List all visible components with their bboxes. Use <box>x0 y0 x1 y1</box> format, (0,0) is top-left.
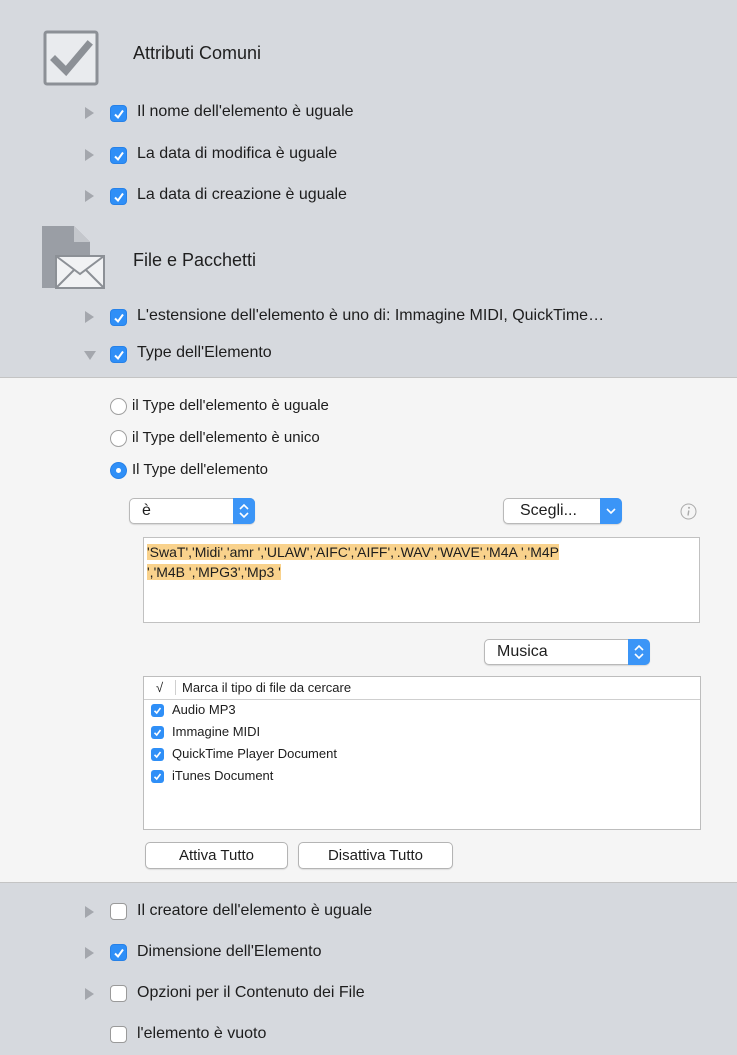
checkbox-type[interactable] <box>110 346 127 363</box>
list-item[interactable]: Immagine MIDI <box>144 722 700 742</box>
rule-label-modified-equal: La data di modifica è uguale <box>137 145 338 162</box>
disclosure-triangle[interactable] <box>85 988 94 1000</box>
document-envelope-icon <box>40 224 106 290</box>
checkbox-empty[interactable] <box>110 1026 127 1043</box>
list-item-checkbox[interactable] <box>151 704 164 717</box>
rule-label-creator-equal: Il creatore dell'elemento è uguale <box>137 902 373 919</box>
radio-label-type-unique: il Type dell'elemento è unico <box>132 429 320 446</box>
choose-button-label: Scegli... <box>520 502 577 519</box>
rule-label-created-equal: La data di creazione è uguale <box>137 186 347 203</box>
list-header-title[interactable]: Marca il tipo di file da cercare <box>182 680 351 695</box>
list-item-label: QuickTime Player Document <box>172 746 337 761</box>
list-item-label: Audio MP3 <box>172 702 236 717</box>
type-codes-line-1: 'SwaT','Midi','amr ','ULAW','AIFC','AIFF… <box>147 544 559 560</box>
section-title-files: File e Pacchetti <box>133 250 257 270</box>
rule-label-extension: L'estensione dell'elemento è uno di: Imm… <box>137 307 605 324</box>
list-item-checkbox[interactable] <box>151 726 164 739</box>
radio-type-is[interactable] <box>110 462 127 479</box>
list-header-check-column[interactable]: √ <box>156 680 163 695</box>
list-item-checkbox[interactable] <box>151 748 164 761</box>
checkbox-size[interactable] <box>110 944 127 961</box>
info-icon[interactable] <box>680 503 697 520</box>
checkbox-created-equal[interactable] <box>110 188 127 205</box>
list-item[interactable]: Audio MP3 <box>144 700 700 720</box>
choose-button[interactable]: Scegli... <box>503 498 622 524</box>
operator-select[interactable]: è <box>129 498 255 524</box>
disclosure-triangle[interactable] <box>85 311 94 323</box>
operator-select-value: è <box>142 502 151 519</box>
chevron-down-icon <box>600 498 622 524</box>
disclosure-triangle-open[interactable] <box>84 351 96 360</box>
section-title-common: Attributi Comuni <box>133 43 262 63</box>
list-item[interactable]: QuickTime Player Document <box>144 744 700 764</box>
enable-all-button[interactable]: Attiva Tutto <box>145 842 288 869</box>
large-checkbox-icon <box>43 30 99 86</box>
list-item-label: Immagine MIDI <box>172 724 261 739</box>
checkbox-name-equal[interactable] <box>110 105 127 122</box>
updown-chevron-icon <box>628 639 650 665</box>
disclosure-triangle[interactable] <box>85 107 94 119</box>
radio-label-type-equal: il Type dell'elemento è uguale <box>132 397 329 414</box>
rule-label-type: Type dell'Elemento <box>137 344 272 361</box>
rule-label-name-equal: Il nome dell'elemento è uguale <box>137 103 354 120</box>
column-divider <box>175 680 176 695</box>
type-codes-line-2: ','M4B ','MPG3','Mp3 ' <box>147 564 281 580</box>
checkbox-content-options[interactable] <box>110 985 127 1002</box>
rule-label-empty: l'elemento è vuoto <box>137 1025 267 1042</box>
disclosure-triangle[interactable] <box>85 906 94 918</box>
radio-type-unique[interactable] <box>110 430 127 447</box>
list-item-checkbox[interactable] <box>151 770 164 783</box>
disclosure-triangle[interactable] <box>85 947 94 959</box>
list-header: √ Marca il tipo di file da cercare <box>144 677 700 700</box>
disable-all-button[interactable]: Disattiva Tutto <box>298 842 453 869</box>
checkbox-creator-equal[interactable] <box>110 903 127 920</box>
rule-label-size: Dimensione dell'Elemento <box>137 943 322 960</box>
rule-label-content-options: Opzioni per il Contenuto dei File <box>137 984 365 1001</box>
category-select[interactable]: Musica <box>484 639 650 665</box>
disclosure-triangle[interactable] <box>85 149 94 161</box>
disclosure-triangle[interactable] <box>85 190 94 202</box>
radio-label-type-is: Il Type dell'elemento <box>132 461 269 478</box>
list-item[interactable]: iTunes Document <box>144 766 700 786</box>
updown-chevron-icon <box>233 498 255 524</box>
type-codes-field[interactable]: 'SwaT','Midi','amr ','ULAW','AIFC','AIFF… <box>143 537 700 623</box>
file-type-list[interactable]: √ Marca il tipo di file da cercare Audio… <box>143 676 701 830</box>
checkbox-extension[interactable] <box>110 309 127 326</box>
list-item-label: iTunes Document <box>172 768 274 783</box>
category-select-value: Musica <box>497 643 548 660</box>
checkbox-modified-equal[interactable] <box>110 147 127 164</box>
radio-type-equal[interactable] <box>110 398 127 415</box>
